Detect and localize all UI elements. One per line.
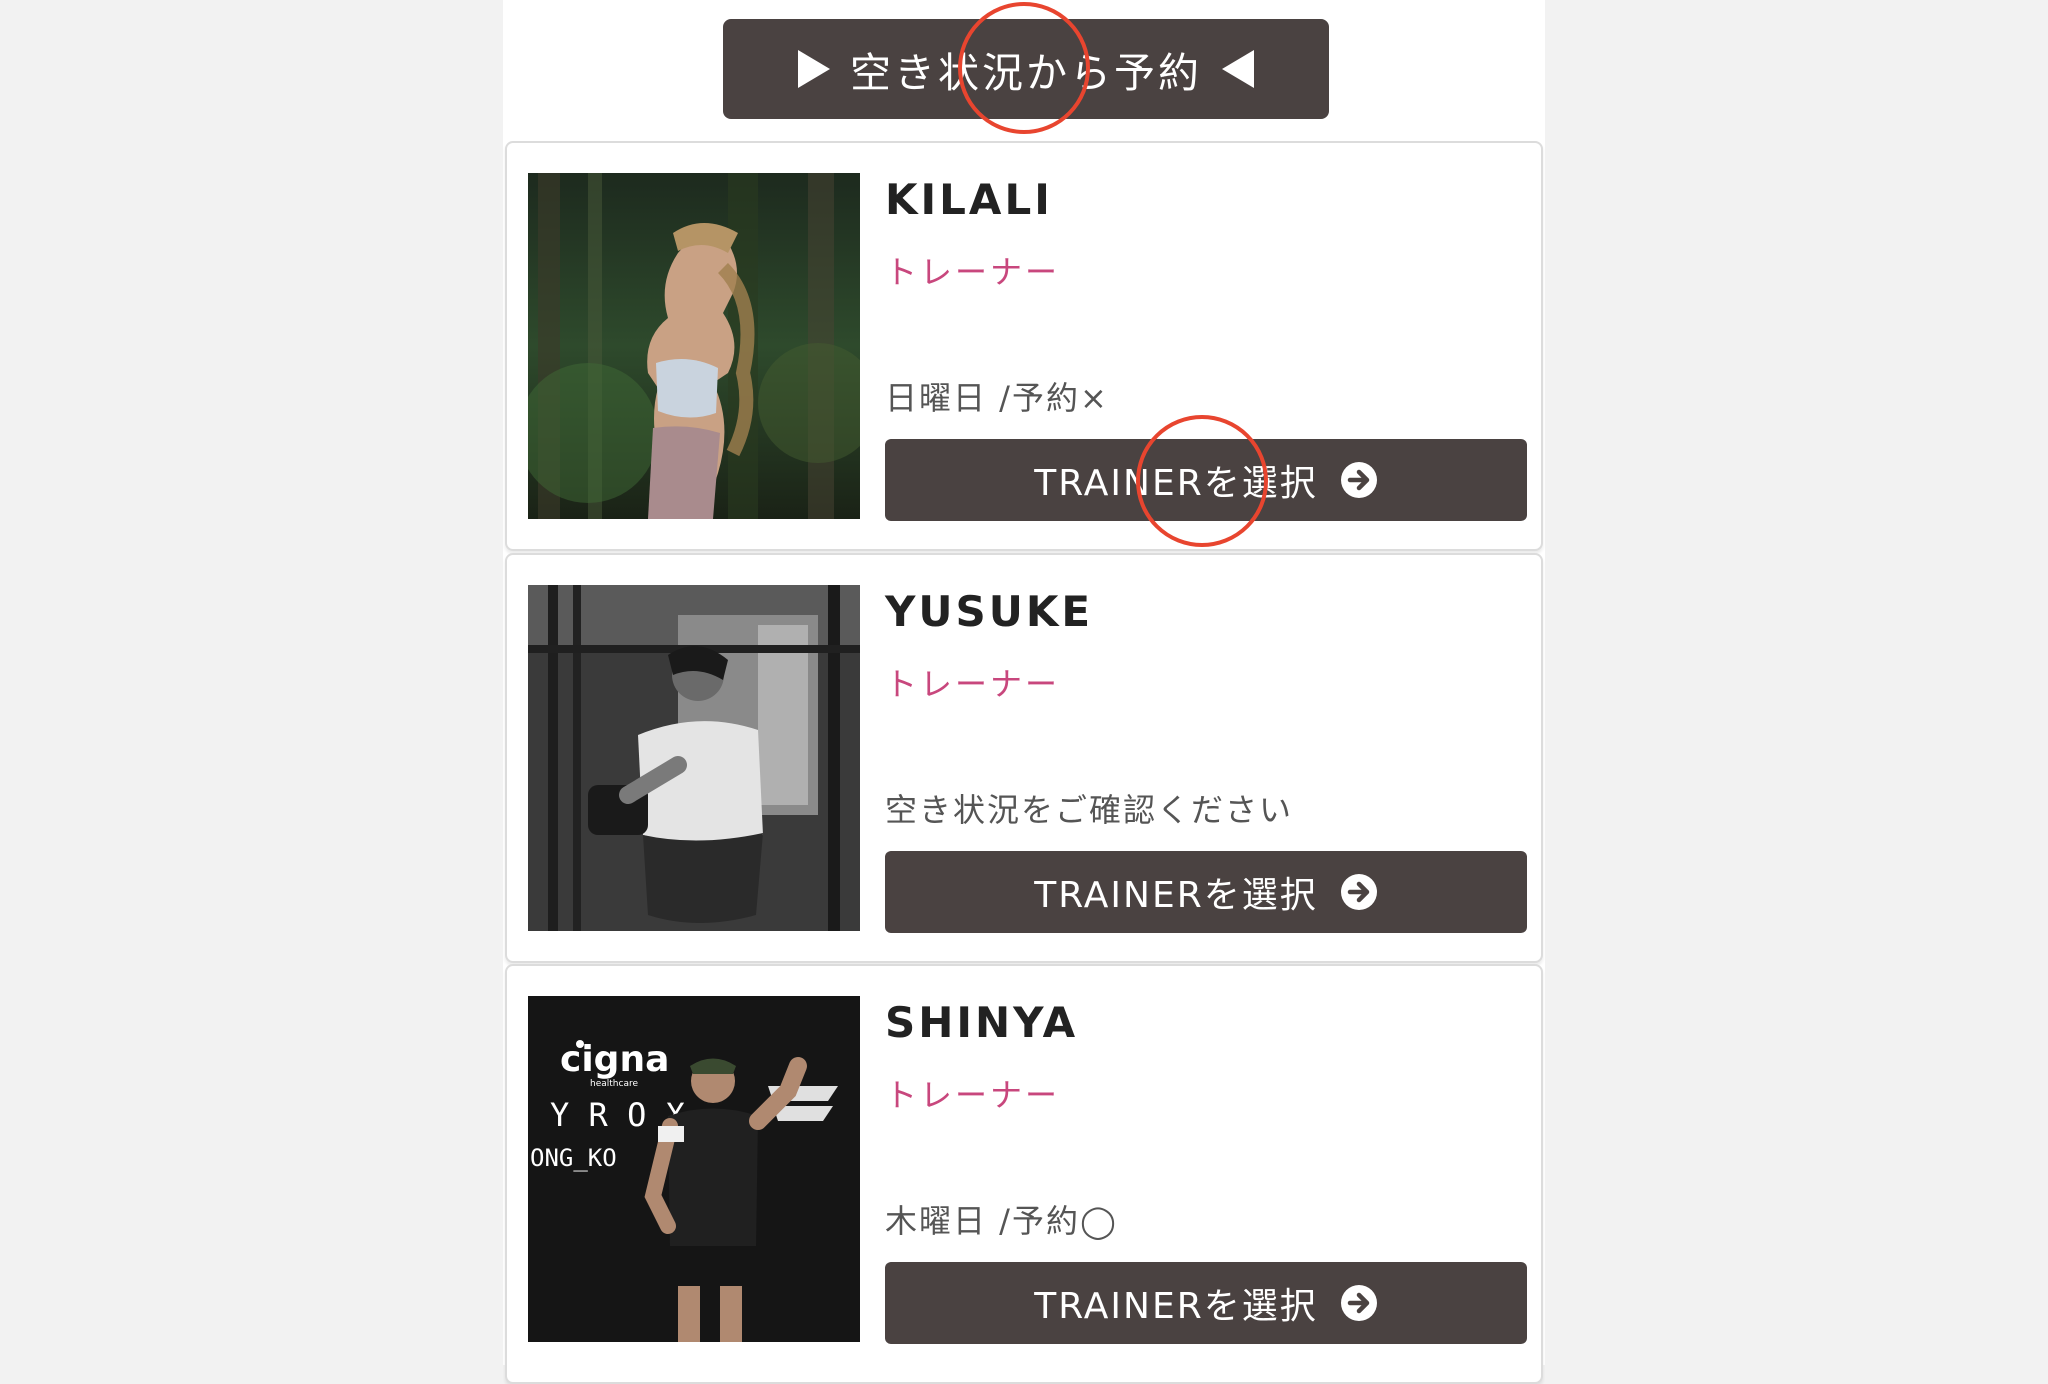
select-trainer-label: TRAINERを選択 — [1034, 1286, 1318, 1327]
trainer-name: KILALI — [885, 175, 1053, 224]
trainer-role: トレーナー — [885, 253, 1061, 291]
trainer-card-kilali: KILALI トレーナー 日曜日 /予約× TRAINERを選択 — [505, 141, 1543, 551]
trainer-list-page: 空き状況から予約 KILALI トレーナー 日曜日 /予約× TRAINERを選… — [503, 0, 1545, 1384]
trainer-status: 空き状況をご確認ください — [885, 791, 1294, 829]
trainer-photo — [528, 173, 860, 519]
trainer-photo: cigna healthcare Y R O X ONG_KO — [528, 996, 860, 1342]
trainer-name: YUSUKE — [885, 587, 1094, 636]
trainer-photo — [528, 585, 860, 931]
select-trainer-button[interactable]: TRAINERを選択 — [885, 851, 1527, 933]
photo-brand-subtext: healthcare — [590, 1079, 638, 1089]
select-trainer-label: TRAINERを選択 — [1034, 875, 1318, 916]
availability-reserve-label: 空き状況から予約 — [850, 49, 1202, 97]
availability-reserve-button[interactable]: 空き状況から予約 — [723, 19, 1329, 119]
trainer-card-shinya: cigna healthcare Y R O X ONG_KO SHINYA ト… — [505, 964, 1543, 1384]
select-trainer-label: TRAINERを選択 — [1034, 463, 1318, 504]
trainer-role: トレーナー — [885, 1076, 1061, 1114]
photo-line2-text: ONG_KO — [530, 1144, 617, 1172]
trainer-status: 木曜日 /予約◯ — [885, 1202, 1118, 1240]
trainer-name: SHINYA — [885, 998, 1079, 1047]
arrow-right-circle-icon — [1340, 461, 1378, 499]
triangle-left-icon — [1222, 50, 1254, 88]
select-trainer-button[interactable]: TRAINERを選択 — [885, 439, 1527, 521]
arrow-right-circle-icon — [1340, 1284, 1378, 1322]
trainer-card-yusuke: YUSUKE トレーナー 空き状況をご確認ください TRAINERを選択 — [505, 553, 1543, 963]
triangle-right-icon — [798, 50, 830, 88]
trainer-status: 日曜日 /予約× — [885, 379, 1109, 417]
arrow-right-circle-icon — [1340, 873, 1378, 911]
trainer-role: トレーナー — [885, 665, 1061, 703]
select-trainer-button[interactable]: TRAINERを選択 — [885, 1262, 1527, 1344]
